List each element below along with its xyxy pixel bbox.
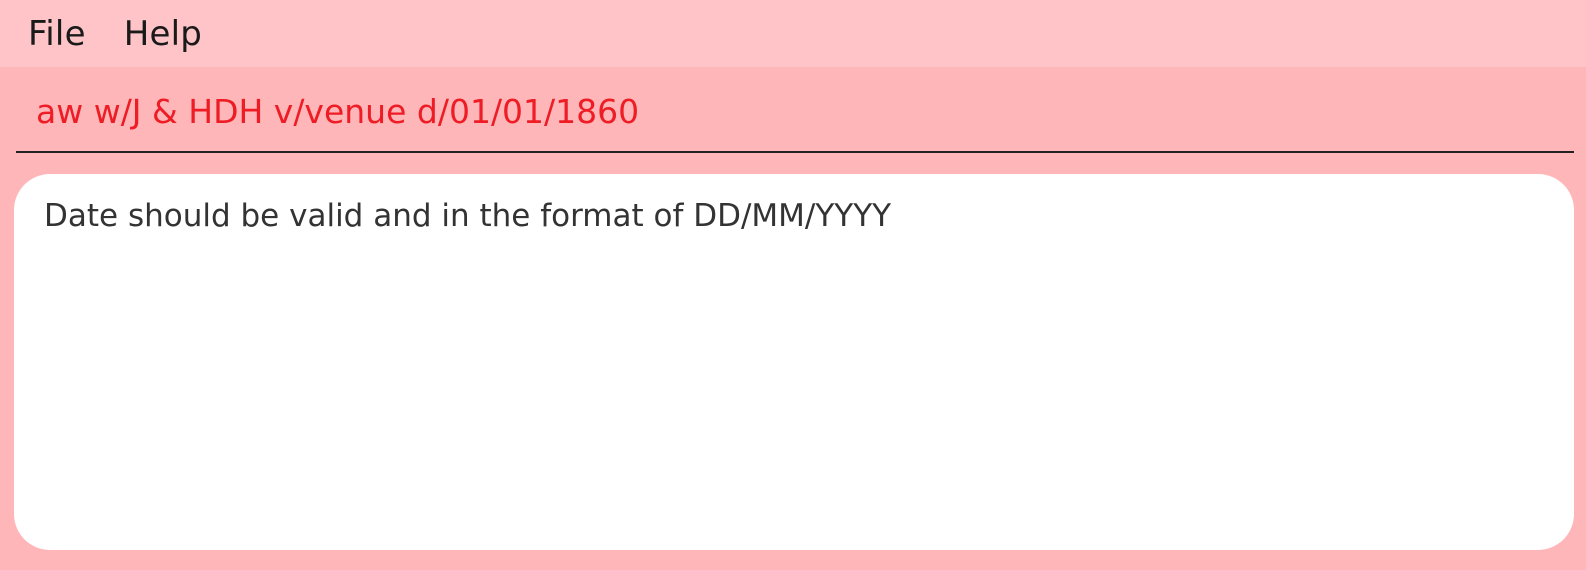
result-message: Date should be valid and in the format o…	[44, 198, 892, 234]
menu-bar: File Help	[0, 0, 1586, 67]
command-input[interactable]	[16, 79, 1574, 139]
menu-help[interactable]: Help	[112, 14, 214, 54]
menu-file[interactable]: File	[16, 14, 98, 54]
result-display: Date should be valid and in the format o…	[14, 174, 1574, 550]
command-box	[16, 67, 1574, 153]
